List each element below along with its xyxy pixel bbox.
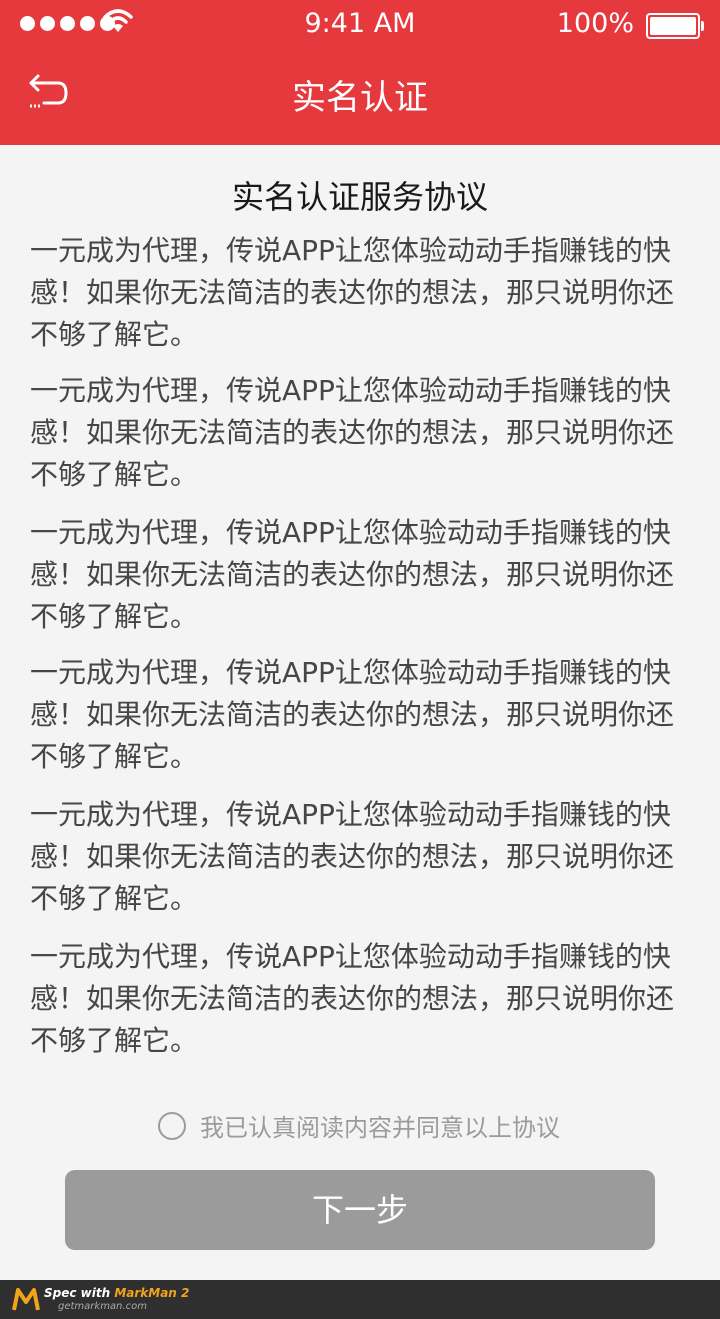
- markman-label: Spec with MarkMan 2: [44, 1286, 190, 1300]
- agreement-label: 我已认真阅读内容并同意以上协议: [200, 1114, 560, 1142]
- agreement-title: 实名认证服务协议: [231, 178, 488, 216]
- agreement-paragraph: 一元成为代理，传说APP让您体验动动手指赚钱的快感！如果你无法简洁的表达你的想法…: [30, 940, 675, 1057]
- radio-circle-icon[interactable]: [158, 1111, 186, 1140]
- markman-footer: Spec with MarkMan 2 getmarkman.com: [0, 1280, 720, 1319]
- agreement-paragraph: 一元成为代理，传说APP让您体验动动手指赚钱的快感！如果你无法简洁的表达你的想法…: [30, 798, 675, 915]
- battery-percentage: 100%: [556, 8, 634, 39]
- agreement-paragraph: 一元成为代理，传说APP让您体验动动手指赚钱的快感！如果你无法简洁的表达你的想法…: [30, 234, 675, 351]
- page-title: 实名认证: [292, 78, 428, 118]
- markman-logo-icon: [12, 1288, 40, 1311]
- status-bar: 9:41 AM 100%: [0, 0, 720, 50]
- agreement-paragraph: 一元成为代理，传说APP让您体验动动手指赚钱的快感！如果你无法简洁的表达你的想法…: [30, 516, 675, 633]
- app-header: 9:41 AM 100% 实名认证: [0, 0, 720, 145]
- next-step-button[interactable]: 下一步: [65, 1170, 655, 1250]
- battery-icon: [646, 13, 704, 39]
- agreement-paragraph: 一元成为代理，传说APP让您体验动动手指赚钱的快感！如果你无法简洁的表达你的想法…: [30, 374, 675, 491]
- markman-site: getmarkman.com: [58, 1301, 147, 1312]
- agreement-checkbox[interactable]: 我已认真阅读内容并同意以上协议: [158, 1108, 560, 1143]
- agreement-paragraph: 一元成为代理，传说APP让您体验动动手指赚钱的快感！如果你无法简洁的表达你的想法…: [30, 656, 675, 773]
